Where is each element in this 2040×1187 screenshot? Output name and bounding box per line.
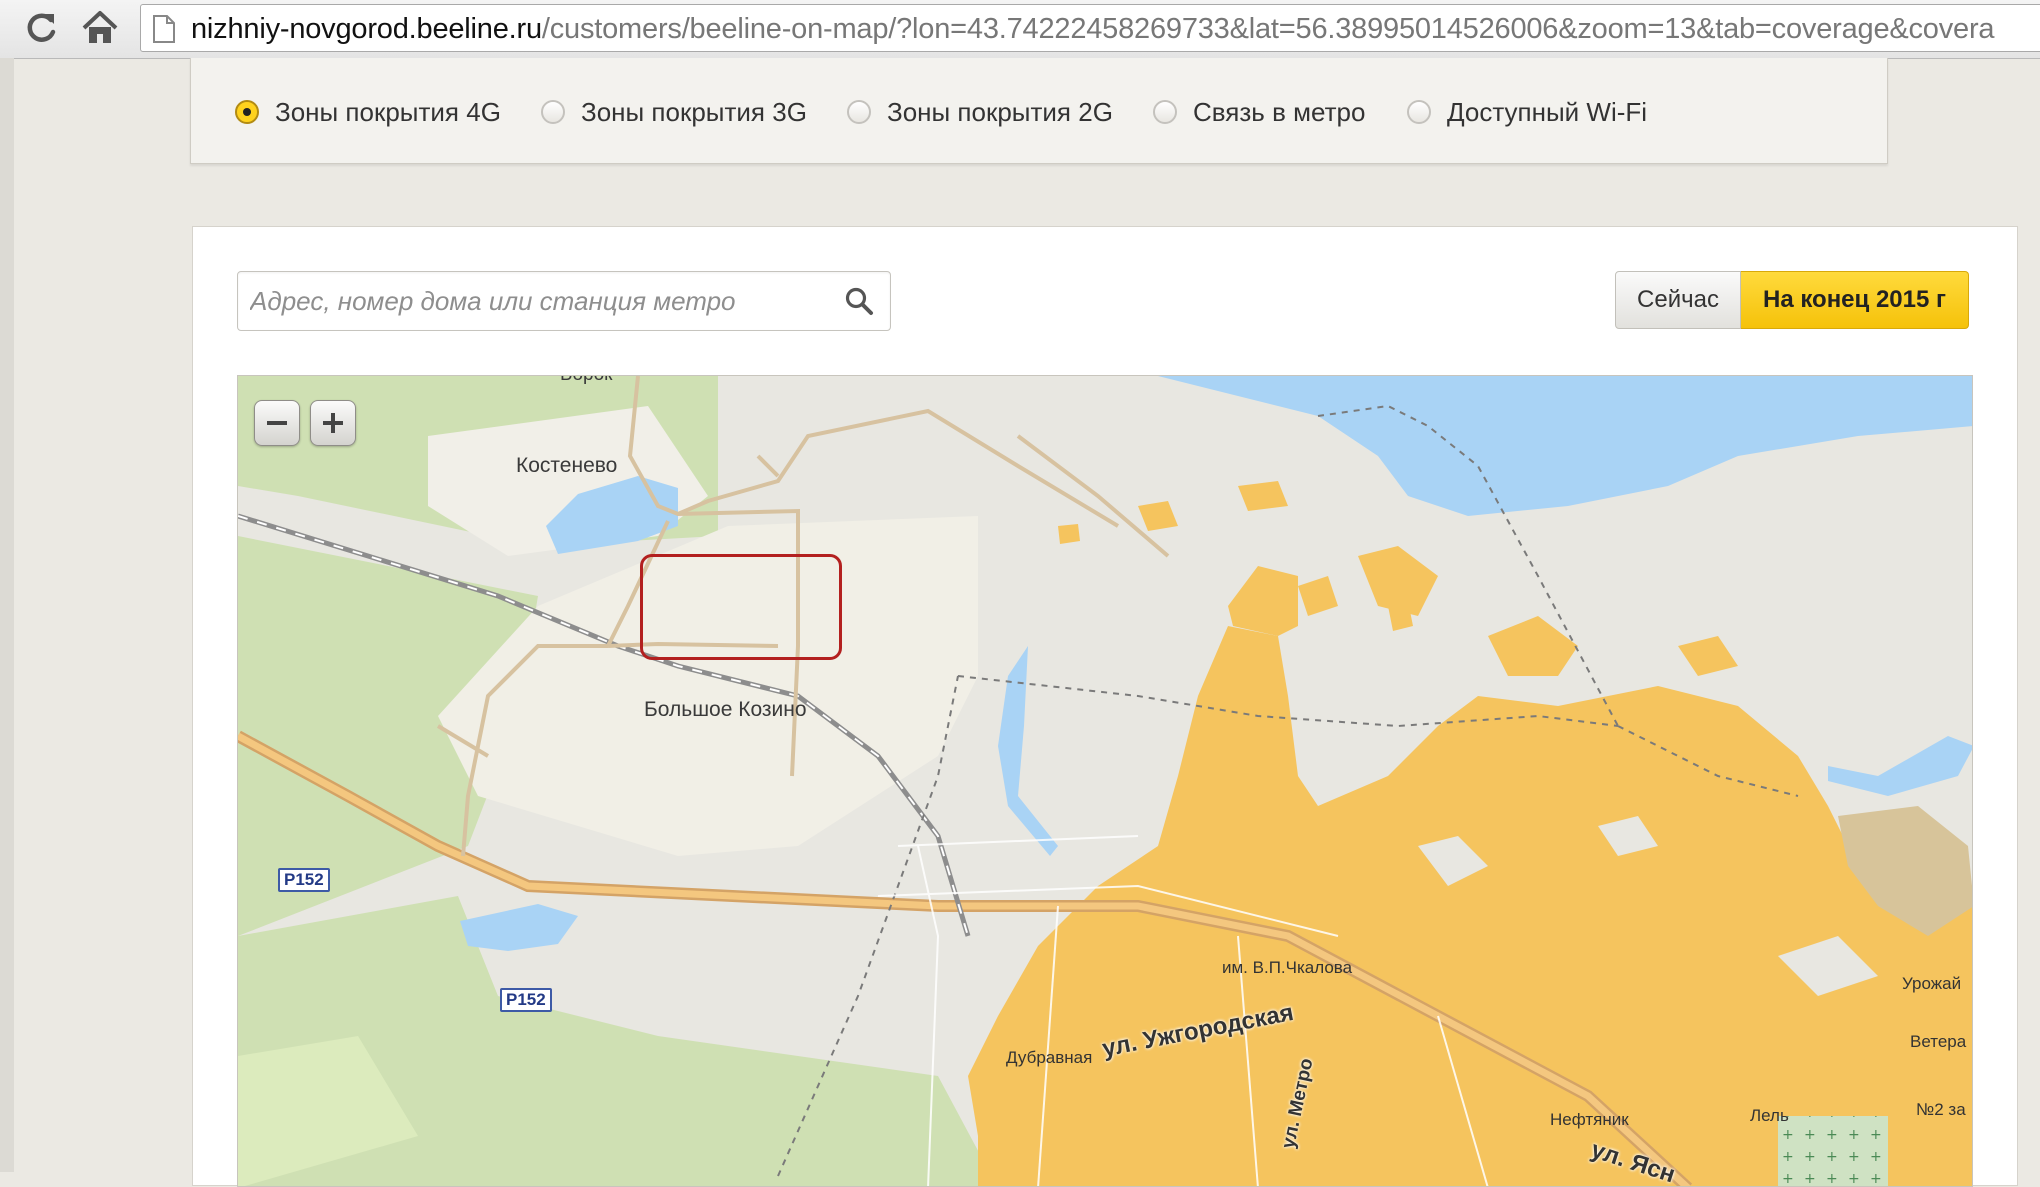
map-label-urozhai: Урожай	[1902, 974, 1962, 993]
radio-checked-icon	[235, 100, 259, 124]
address-bar[interactable]: nizhniy-novgorod.beeline.ru/customers/be…	[140, 4, 2040, 52]
map-label-lel: Лель	[1750, 1106, 1789, 1125]
map-canvas: +	[238, 376, 1972, 1186]
radio-unchecked-icon	[1407, 100, 1431, 124]
page-icon	[153, 15, 175, 43]
zoom-out-button[interactable]	[254, 400, 300, 446]
road-shield-p152: Р152	[278, 868, 330, 892]
radio-2g[interactable]: Зоны покрытия 2G	[847, 92, 1113, 132]
address-search-input[interactable]	[238, 272, 828, 330]
road-shield-p152: Р152	[500, 988, 552, 1012]
radio-3g[interactable]: Зоны покрытия 3G	[541, 92, 807, 132]
zoom-in-button[interactable]	[310, 400, 356, 446]
browser-toolbar: nizhniy-novgorod.beeline.ru/customers/be…	[0, 0, 2040, 59]
radio-label: Доступный Wi-Fi	[1447, 96, 1648, 127]
radio-label: Зоны покрытия 3G	[581, 96, 807, 127]
reload-icon[interactable]	[22, 8, 62, 48]
minus-icon	[267, 421, 287, 425]
map-label-no2: №2 за	[1916, 1100, 1966, 1119]
radio-label: Связь в метро	[1193, 96, 1366, 127]
url-text: nizhniy-novgorod.beeline.ru/customers/be…	[191, 13, 1995, 46]
highlight-box	[640, 554, 842, 660]
search-box	[237, 271, 891, 331]
radio-label: Зоны покрытия 4G	[275, 96, 501, 127]
coverage-type-selector: Зоны покрытия 4G Зоны покрытия 3G Зоны п…	[190, 58, 1888, 164]
now-button[interactable]: Сейчас	[1615, 271, 1741, 329]
radio-metro[interactable]: Связь в метро	[1153, 92, 1365, 132]
map-card: Сейчас На конец 2015 г +	[192, 226, 2018, 1187]
end-2015-button[interactable]: На конец 2015 г	[1741, 271, 1969, 329]
map-label-kostenevo: Костенево	[516, 454, 618, 477]
url-host: nizhniy-novgorod.beeline.ru	[191, 13, 542, 45]
map-label-bolshoe-kozino: Большое Козино	[644, 698, 807, 721]
url-path: /customers/beeline-on-map/?lon=43.742224…	[541, 13, 1995, 45]
search-icon[interactable]	[844, 286, 874, 316]
radio-unchecked-icon	[847, 100, 871, 124]
map-label-chkalova: им. В.П.Чкалова	[1222, 958, 1353, 977]
left-gutter	[0, 58, 14, 1172]
map-label-dubravnaya: Дубравная	[1006, 1048, 1093, 1067]
map-label-neftyanik: Нефтяник	[1550, 1110, 1629, 1129]
plus-icon	[323, 413, 343, 433]
map-label-borok: Борок	[560, 376, 612, 386]
coverage-map[interactable]: +	[237, 375, 1973, 1187]
radio-unchecked-icon	[1153, 100, 1177, 124]
radio-label: Зоны покрытия 2G	[887, 96, 1113, 127]
period-toggle: Сейчас На конец 2015 г	[1615, 271, 1969, 329]
home-icon[interactable]	[80, 8, 120, 48]
map-label-vetera: Ветера	[1910, 1032, 1967, 1051]
radio-wifi[interactable]: Доступный Wi-Fi	[1407, 92, 1647, 132]
radio-unchecked-icon	[541, 100, 565, 124]
radio-4g[interactable]: Зоны покрытия 4G	[235, 92, 501, 132]
